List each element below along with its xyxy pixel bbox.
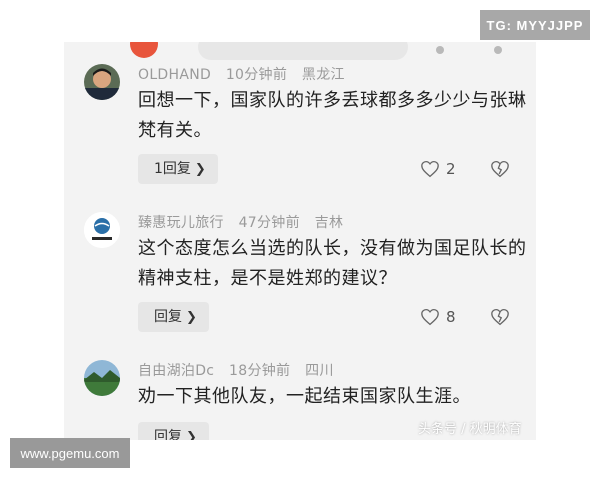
avatar[interactable]: [84, 64, 120, 100]
dislike-button[interactable]: [490, 302, 510, 332]
reply-label: 回复: [154, 429, 182, 440]
avatar-landscape-photo-icon: [84, 360, 120, 396]
heart-icon: [421, 160, 439, 178]
like-count: 8: [446, 308, 456, 326]
user-avatar-fragment[interactable]: [130, 42, 158, 58]
chevron-right-icon: ❯: [194, 162, 206, 177]
toolbar-icon-fragment[interactable]: [436, 46, 444, 54]
comment-list: OLDHAND 10分钟前 黑龙江 回想一下，国家队的许多丢球都多多少少与张琳梵…: [64, 42, 536, 440]
reply-button[interactable]: 回复 ❯: [138, 422, 209, 440]
reply-button[interactable]: 回复 ❯: [138, 302, 209, 332]
location: 吉林: [314, 215, 344, 231]
reply-label: 回复: [154, 309, 182, 325]
comment-text: 这个态度怎么当选的队长，没有做为国足队长的精神支柱，是不是姓郑的建议？: [138, 238, 527, 289]
broken-heart-icon: [491, 308, 509, 326]
timestamp: 10分钟前: [225, 67, 288, 83]
source-watermark: 头条号 / 秋明体育: [418, 422, 522, 437]
comment-input-fragment[interactable]: [198, 42, 408, 60]
comment-meta: 自由湖泊Dc 18分钟前 四川: [138, 360, 344, 380]
dislike-button[interactable]: [490, 154, 510, 184]
reply-label: 1回复: [154, 161, 191, 177]
like-count: 2: [446, 160, 456, 178]
tg-badge: TG: MYYJJPP: [480, 10, 590, 40]
reply-button[interactable]: 1回复 ❯: [138, 154, 218, 184]
location: 四川: [305, 363, 334, 379]
timestamp: 18分钟前: [229, 363, 291, 379]
top-bar-fragment: [64, 42, 536, 60]
chevron-right-icon: ❯: [186, 310, 197, 325]
url-badge: www.pgemu.com: [10, 438, 130, 468]
like-button[interactable]: 8: [420, 302, 456, 332]
avatar-man-photo-icon: [84, 64, 120, 100]
like-button[interactable]: 2: [420, 154, 456, 184]
avatar[interactable]: [84, 212, 120, 248]
timestamp: 47分钟前: [238, 215, 300, 231]
comment-meta: OLDHAND 10分钟前 黑龙江: [138, 64, 355, 84]
comment-text: 回想一下，国家队的许多丢球都多多少少与张琳梵有关。: [138, 90, 527, 141]
broken-heart-icon: [491, 160, 509, 178]
comment-text: 劝一下其他队友，一起结束国家队生涯。: [138, 386, 471, 407]
toolbar-icon-fragment[interactable]: [494, 46, 502, 54]
username[interactable]: OLDHAND: [138, 67, 211, 83]
location: 黑龙江: [301, 67, 345, 83]
chevron-right-icon: ❯: [186, 430, 197, 440]
username[interactable]: 自由湖泊Dc: [138, 363, 214, 379]
comment-meta: 臻惠玩儿旅行 47分钟前 吉林: [138, 212, 353, 232]
username[interactable]: 臻惠玩儿旅行: [138, 215, 224, 231]
avatar[interactable]: [84, 360, 120, 396]
heart-icon: [421, 308, 439, 326]
screenshot-page: OLDHAND 10分钟前 黑龙江 回想一下，国家队的许多丢球都多多少少与张琳梵…: [0, 0, 600, 480]
avatar-brand-logo-icon: [84, 212, 120, 248]
